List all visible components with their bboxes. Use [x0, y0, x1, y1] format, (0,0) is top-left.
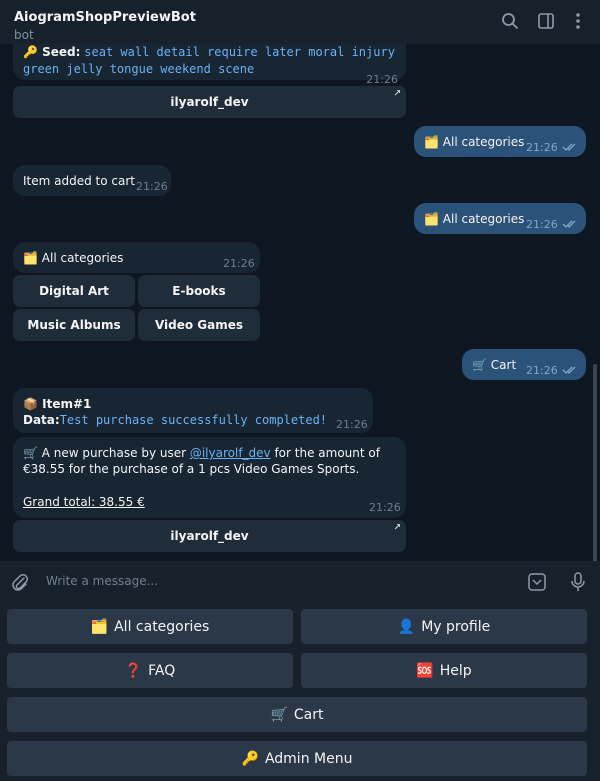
chat-scrollbar[interactable] [593, 364, 597, 561]
cart-icon: 🛒 [270, 706, 288, 723]
seed-line1: seat wall detail require later moral inj… [84, 45, 395, 59]
folder-icon: 🗂️ [90, 618, 109, 635]
message-input-bar: Write a message... [0, 561, 600, 603]
purchase-text-end: for the amount of [270, 446, 380, 460]
message-time: 21:26 [223, 257, 255, 270]
incoming-message: Item added to cart 21:26 [13, 165, 171, 196]
message-time: 21:26 [526, 364, 558, 377]
outgoing-message: 🛒 Cart 21:26 [462, 349, 586, 380]
button-label: Digital Art [39, 284, 109, 298]
read-checkmarks-icon [562, 366, 576, 374]
cart-icon: 🛒 [23, 446, 38, 460]
my-profile-button[interactable]: 👤 My profile [301, 609, 587, 644]
category-music-albums-button[interactable]: Music Albums [13, 309, 135, 341]
chat-header: AiogramShopPreviewBot bot [0, 0, 600, 44]
chat-history[interactable]: 🔑 Seed: seat wall detail require later m… [0, 44, 600, 561]
data-value: Test purchase successfully completed! [59, 413, 328, 427]
keyboard-toggle-icon[interactable] [527, 572, 547, 592]
search-icon[interactable] [499, 10, 521, 32]
message-text: Item added to cart [23, 174, 135, 188]
button-label: Admin Menu [264, 750, 353, 767]
folder-icon: 🗂️ [424, 135, 439, 149]
message-text: All categories [442, 135, 525, 149]
category-ebooks-button[interactable]: E-books [138, 275, 260, 307]
outgoing-message: 🗂️ All categories 21:26 [414, 203, 586, 234]
message-time: 21:26 [369, 501, 401, 514]
button-label: Music Albums [27, 318, 121, 332]
item-title: Item#1 [42, 397, 92, 411]
seed-label: 🔑 Seed: [23, 45, 81, 59]
message-time: 21:26 [526, 141, 558, 154]
grand-total: Grand total: 38.55 € [23, 495, 145, 509]
data-label: Data: [23, 413, 60, 427]
attach-icon[interactable] [10, 572, 30, 592]
question-icon: ❓ [124, 662, 143, 679]
seed-message: 🔑 Seed: seat wall detail require later m… [13, 44, 406, 86]
button-label: ilyarolf_dev [170, 529, 249, 543]
external-link-icon: ↗ [393, 523, 401, 533]
message-text: All categories [41, 251, 124, 265]
message-input[interactable]: Write a message... [46, 574, 158, 588]
sidebar-toggle-icon[interactable] [535, 10, 557, 32]
button-label: All categories [114, 618, 210, 635]
user-mention-link[interactable]: @ilyarolf_dev [190, 446, 271, 460]
category-digital-art-button[interactable]: Digital Art [13, 275, 135, 307]
external-link-icon: ↗ [393, 89, 401, 99]
key-icon: 🔑 [241, 750, 259, 767]
message-time: 21:26 [336, 418, 368, 431]
reply-keyboard: 🗂️ All categories 👤 My profile ❓ FAQ 🆘 H… [0, 603, 600, 781]
button-label: Video Games [154, 318, 244, 332]
help-button[interactable]: 🆘 Help [301, 653, 587, 688]
admin-menu-button[interactable]: 🔑 Admin Menu [7, 741, 587, 776]
more-options-icon[interactable] [567, 10, 589, 32]
bot-name[interactable]: AiogramShopPreviewBot [14, 10, 196, 25]
purchase-message: 🛒 A new purchase by user @ilyarolf_dev f… [13, 437, 406, 518]
user-icon: 👤 [397, 618, 416, 635]
faq-button[interactable]: ❓ FAQ [7, 653, 293, 688]
bot-status: bot [14, 28, 34, 42]
cart-button[interactable]: 🛒 Cart [7, 697, 587, 732]
purchase-text-start: A new purchase by user [41, 446, 190, 460]
message-text: All categories [442, 212, 525, 226]
seed-line2: green jelly tongue weekend scene [23, 62, 255, 76]
message-time: 21:26 [136, 180, 168, 193]
outgoing-message: 🗂️ All categories 21:26 [414, 126, 586, 157]
package-icon: 📦 [23, 397, 38, 411]
item-message: 📦 Item#1 Data:Test purchase successfully… [13, 388, 373, 433]
microphone-icon[interactable] [568, 571, 588, 593]
ilyarolf-dev-link-button[interactable]: ilyarolf_dev ↗ [13, 86, 406, 118]
folder-icon: 🗂️ [23, 251, 38, 265]
folder-icon: 🗂️ [424, 212, 439, 226]
button-label: Cart [293, 706, 324, 723]
purchase-details: €38.55 for the purchase of a 1 pcs Video… [23, 462, 360, 476]
button-label: FAQ [148, 662, 176, 679]
category-video-games-button[interactable]: Video Games [138, 309, 260, 341]
message-time: 21:26 [526, 218, 558, 231]
message-text: Cart [490, 358, 517, 372]
cart-icon: 🛒 [472, 358, 487, 372]
button-label: ilyarolf_dev [170, 95, 249, 109]
button-label: My profile [421, 618, 491, 635]
categories-message: 🗂️ All categories 21:26 [13, 242, 260, 273]
ilyarolf-dev-link-button[interactable]: ilyarolf_dev ↗ [13, 520, 406, 552]
read-checkmarks-icon [562, 220, 576, 228]
button-label: E-books [172, 284, 226, 298]
sos-icon: 🆘 [416, 662, 434, 679]
read-checkmarks-icon [562, 143, 576, 151]
button-label: Help [439, 662, 472, 679]
all-categories-button[interactable]: 🗂️ All categories [7, 609, 293, 644]
